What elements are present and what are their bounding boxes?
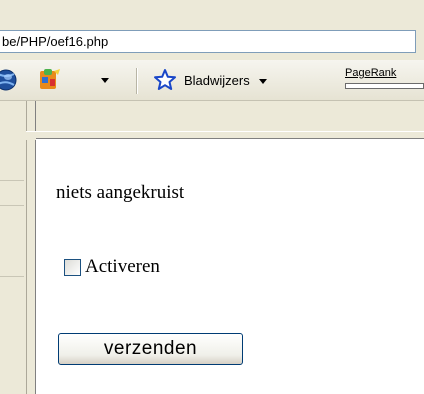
globe-icon[interactable] [0, 68, 20, 97]
address-row: be/PHP/oef16.php [0, 0, 424, 56]
activate-checkbox[interactable] [64, 259, 81, 276]
gutter-divider [0, 180, 24, 181]
pagerank-bar [345, 83, 424, 89]
gutter-divider [0, 205, 24, 206]
pagerank-label[interactable]: PageRank [345, 67, 396, 79]
puzzle-icon[interactable] [38, 67, 62, 98]
bookmarks-toolbar: Bladwijzers PageRank [0, 60, 424, 101]
status-message: niets aangekruist [56, 182, 185, 203]
page-content: niets aangekruist Activeren verzenden [36, 139, 424, 394]
address-field[interactable]: be/PHP/oef16.php [0, 30, 416, 53]
gutter-divider [0, 276, 24, 277]
star-icon[interactable] [153, 68, 177, 97]
bookmarks-menu[interactable]: Bladwijzers [184, 73, 250, 88]
chevron-down-icon[interactable] [259, 79, 267, 84]
address-url[interactable]: be/PHP/oef16.php [2, 34, 108, 49]
activate-checkbox-label[interactable]: Activeren [85, 256, 160, 278]
frame-border [26, 101, 36, 394]
submit-button[interactable]: verzenden [58, 333, 243, 365]
toolbar-separator [136, 68, 138, 94]
chevron-down-icon[interactable] [101, 78, 109, 83]
sidebar-gutter [0, 101, 26, 394]
